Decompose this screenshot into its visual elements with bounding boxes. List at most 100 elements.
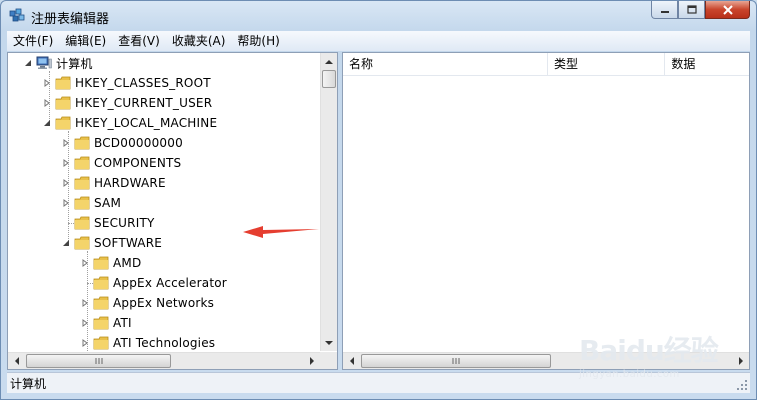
computer-icon	[36, 56, 52, 69]
annotation-arrow-icon	[243, 226, 319, 238]
chevron-right-icon	[309, 357, 314, 365]
menu-favorites[interactable]: 收藏夹(A)	[166, 31, 232, 51]
expand-icon[interactable]	[60, 157, 72, 169]
scroll-down-button[interactable]	[321, 334, 337, 351]
maximize-icon	[686, 5, 697, 14]
menu-help[interactable]: 帮助(H)	[231, 31, 285, 51]
tree-node-hkey-classes-root[interactable]: HKEY_CLASSES_ROOT	[41, 73, 211, 93]
folder-icon	[93, 296, 109, 310]
tree-node-hkey-current-user[interactable]: HKEY_CURRENT_USER	[41, 93, 212, 113]
watermark: Baidu经验 jingyan.baidu.com	[579, 329, 749, 389]
chevron-down-icon	[325, 340, 333, 345]
expand-icon[interactable]	[60, 137, 72, 149]
watermark-brand: Baidu经验	[579, 334, 719, 367]
title-bar[interactable]: 注册表编辑器	[1, 1, 756, 31]
scroll-up-button[interactable]	[321, 53, 337, 70]
folder-icon	[55, 76, 71, 90]
menu-bar: 文件(F) 编辑(E) 查看(V) 收藏夹(A) 帮助(H)	[7, 31, 750, 51]
scroll-right-button[interactable]	[303, 353, 320, 369]
watermark-url: jingyan.baidu.com	[579, 369, 680, 380]
scroll-corner	[320, 352, 337, 369]
tree-node-bcd00000000[interactable]: BCD00000000	[60, 133, 183, 153]
close-button[interactable]	[705, 1, 750, 19]
expand-icon[interactable]	[60, 177, 72, 189]
tree-node-label: SOFTWARE	[94, 236, 163, 250]
tree-node-label: ATI Technologies	[113, 336, 216, 350]
tree-node-hardware[interactable]: HARDWARE	[60, 173, 166, 193]
tree-node-label: AMD	[113, 256, 142, 270]
folder-open-icon	[55, 116, 71, 130]
maximize-button[interactable]	[678, 1, 705, 19]
grip-icon	[95, 358, 102, 364]
folder-icon	[93, 256, 109, 270]
expand-icon[interactable]	[41, 77, 53, 89]
folder-icon	[55, 96, 71, 110]
collapse-icon[interactable]	[60, 237, 72, 249]
expand-icon[interactable]	[41, 97, 53, 109]
tree-node-label: HKEY_LOCAL_MACHINE	[75, 116, 218, 130]
expand-icon[interactable]	[79, 257, 91, 269]
no-expander	[60, 217, 72, 229]
collapse-icon[interactable]	[22, 57, 34, 69]
folder-icon	[93, 316, 109, 330]
chevron-left-icon	[14, 357, 19, 365]
tree-node-label: COMPONENTS	[94, 156, 182, 170]
folder-icon	[74, 156, 90, 170]
status-path: 计算机	[10, 376, 47, 391]
tree-node-root[interactable]: 计算机	[22, 53, 93, 73]
close-icon	[722, 4, 733, 15]
tree-node-label: HKEY_CURRENT_USER	[75, 96, 213, 110]
tree-node-security[interactable]: SECURITY	[60, 213, 155, 233]
chevron-left-icon	[349, 357, 354, 365]
expand-icon[interactable]	[79, 297, 91, 309]
folder-icon	[74, 216, 90, 230]
scroll-thumb[interactable]	[361, 354, 551, 368]
tree-node-label: HKEY_CLASSES_ROOT	[75, 76, 211, 90]
menu-file[interactable]: 文件(F)	[7, 31, 59, 51]
tree-node-appex-networks[interactable]: AppEx Networks	[79, 293, 214, 313]
tree-node-components[interactable]: COMPONENTS	[60, 153, 181, 173]
tree-node-amd[interactable]: AMD	[79, 253, 141, 273]
minimize-button[interactable]	[651, 1, 678, 19]
scroll-thumb[interactable]	[26, 354, 171, 368]
folder-icon	[74, 136, 90, 150]
tree-node-ati-technologies[interactable]: ATI Technologies	[79, 333, 215, 351]
key-tree: 计算机 HKEY_CLASSES_ROOT HKEY_CURRENT_USER …	[8, 53, 321, 351]
menu-edit[interactable]: 编辑(E)	[59, 31, 112, 51]
folder-icon	[93, 336, 109, 350]
tree-node-hkey-local-machine[interactable]: HKEY_LOCAL_MACHINE	[41, 113, 217, 133]
tree-node-label: ATI	[113, 316, 132, 330]
tree-node-appex-accelerator[interactable]: AppEx Accelerator	[79, 273, 227, 293]
registry-editor-window: 注册表编辑器 文件(F) 编辑(E) 查看(V) 收藏夹(A) 帮助(H) 计算…	[0, 0, 757, 400]
scroll-left-button[interactable]	[343, 353, 360, 369]
minimize-icon	[660, 10, 669, 13]
expand-icon[interactable]	[79, 337, 91, 349]
expand-icon[interactable]	[60, 197, 72, 209]
folder-icon	[93, 276, 109, 290]
folder-icon	[74, 176, 90, 190]
column-name[interactable]: 名称	[343, 53, 548, 75]
collapse-icon[interactable]	[41, 117, 53, 129]
key-tree-pane: 计算机 HKEY_CLASSES_ROOT HKEY_CURRENT_USER …	[7, 52, 338, 370]
scroll-thumb[interactable]	[322, 70, 336, 88]
tree-node-software[interactable]: SOFTWARE	[60, 233, 162, 253]
tree-node-sam[interactable]: SAM	[60, 193, 121, 213]
tree-node-ati[interactable]: ATI	[79, 313, 132, 333]
tree-node-label: 计算机	[56, 56, 93, 71]
values-list-pane: 名称 类型 数据	[342, 52, 750, 370]
tree-node-label: BCD00000000	[94, 136, 183, 150]
folder-icon	[74, 196, 90, 210]
menu-view[interactable]: 查看(V)	[112, 31, 166, 51]
expand-icon[interactable]	[79, 317, 91, 329]
tree-node-label: HARDWARE	[94, 176, 166, 190]
column-data[interactable]: 数据	[665, 53, 749, 75]
window-title: 注册表编辑器	[31, 12, 110, 27]
folder-open-icon	[74, 236, 90, 250]
tree-node-label: AppEx Networks	[113, 296, 215, 310]
scroll-left-button[interactable]	[8, 353, 25, 369]
column-type[interactable]: 类型	[548, 53, 666, 75]
grip-icon	[452, 358, 460, 364]
tree-vertical-scrollbar[interactable]	[320, 53, 337, 351]
tree-horizontal-scrollbar[interactable]	[8, 352, 320, 369]
chevron-up-icon	[325, 59, 333, 64]
